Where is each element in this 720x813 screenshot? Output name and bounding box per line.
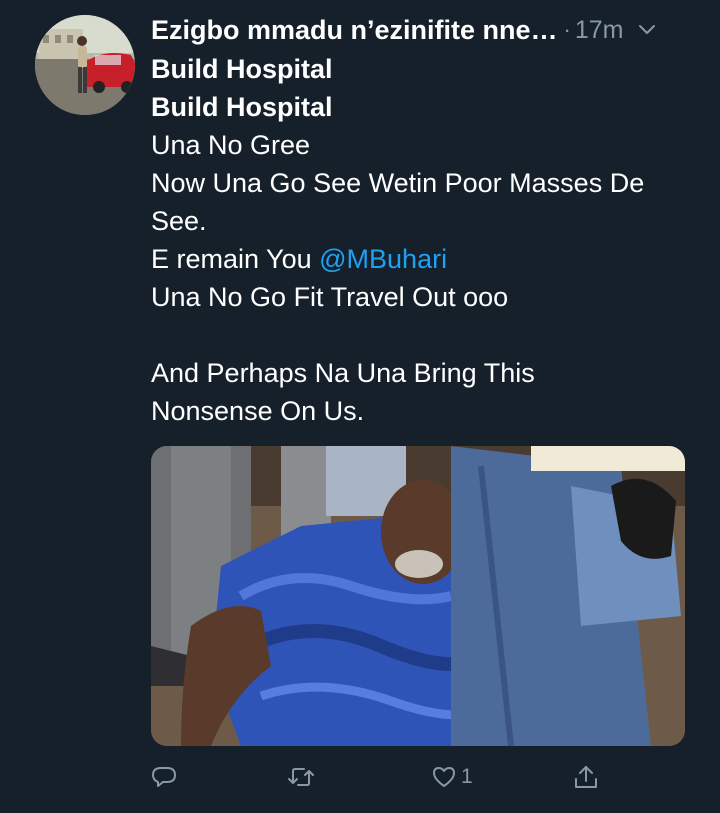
retweet-button[interactable] <box>287 757 315 797</box>
tweet-line: Nonsense On Us. <box>151 396 365 426</box>
tweet-header: Ezigbo mmadu n’ezinifite nne… · 17m <box>151 12 696 48</box>
like-count: 1 <box>461 765 473 788</box>
tweet-line-text: E remain You <box>151 244 320 274</box>
like-icon <box>433 767 455 787</box>
share-button[interactable] <box>572 757 600 797</box>
retweet-icon <box>288 768 314 786</box>
tweet-line: Una No Go Fit Travel Out ooo <box>151 282 509 312</box>
share-icon <box>575 766 597 788</box>
like-button[interactable]: 1 <box>431 757 473 797</box>
tweet-line: Build Hospital <box>151 54 333 84</box>
chevron-down-icon[interactable] <box>638 24 656 36</box>
tweet-actions: 1 <box>150 757 610 797</box>
tweet-line: Una No Gree <box>151 130 311 160</box>
mention-link[interactable]: @MBuhari <box>319 244 447 274</box>
author-name[interactable]: Ezigbo mmadu n’ezinifite nne… <box>151 15 558 46</box>
tweet-photo[interactable] <box>151 446 685 746</box>
reply-button[interactable] <box>150 757 178 797</box>
tweet-text: Build Hospital Build Hospital Una No Gre… <box>151 50 696 430</box>
tweet-line: And Perhaps Na Una Bring This <box>151 358 535 388</box>
tweet-line: Now Una Go See Wetin Poor Masses De <box>151 168 645 198</box>
tweet-line-with-mention: E remain You @MBuhari <box>151 240 696 278</box>
header-separator: · <box>563 17 571 42</box>
author-avatar[interactable] <box>35 15 135 115</box>
tweet-timestamp[interactable]: 17m <box>575 16 624 45</box>
reply-icon <box>152 767 176 787</box>
tweet-line: Build Hospital <box>151 92 333 122</box>
tweet-line: See. <box>151 206 207 236</box>
